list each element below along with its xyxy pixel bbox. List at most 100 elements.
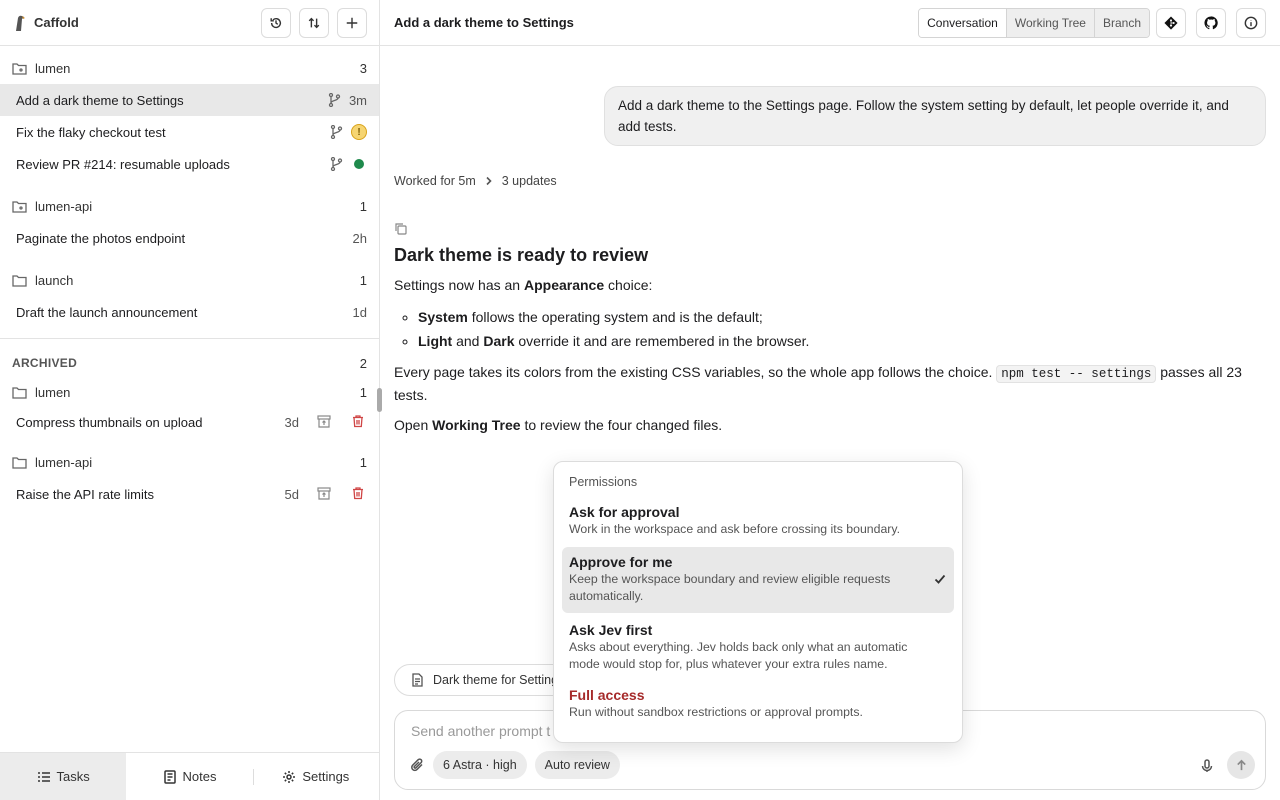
task-title: Paginate the photos endpoint bbox=[16, 230, 186, 246]
attachment-label: Dark theme for Settings bbox=[433, 673, 565, 687]
folder-branch-icon bbox=[12, 200, 27, 213]
option-name: Ask for approval bbox=[569, 504, 680, 520]
branch-icon bbox=[330, 157, 343, 171]
send-button[interactable] bbox=[1227, 751, 1255, 779]
option-name: Full access bbox=[569, 686, 645, 703]
microphone-icon bbox=[1201, 759, 1213, 772]
review-mode-selector[interactable]: Auto review bbox=[534, 751, 620, 779]
archived-group-lumen[interactable]: lumen 1 bbox=[0, 379, 379, 405]
info-button[interactable] bbox=[1236, 8, 1266, 38]
option-desc: Keep the workspace boundary and review e… bbox=[569, 571, 891, 604]
sort-button[interactable] bbox=[299, 8, 329, 38]
prompt-input[interactable]: Send another prompt t bbox=[411, 723, 550, 739]
list-icon bbox=[37, 771, 50, 782]
archived-group-lumen-api[interactable]: lumen-api 1 bbox=[0, 447, 379, 477]
archive-icon bbox=[317, 415, 331, 428]
unarchive-button[interactable] bbox=[317, 486, 333, 502]
group-name: lumen bbox=[35, 384, 71, 400]
answer-paragraph: Every page takes its colors from the exi… bbox=[394, 364, 1242, 403]
group-count: 1 bbox=[359, 198, 367, 214]
tab-branch[interactable]: Branch bbox=[1093, 9, 1149, 37]
updates-label: 3 updates bbox=[501, 174, 557, 188]
option-desc: Asks about everything. Jev holds back on… bbox=[569, 639, 908, 672]
new-task-button[interactable] bbox=[337, 8, 367, 38]
task-row-active[interactable]: Add a dark theme to Settings 3m bbox=[0, 84, 379, 116]
group-name: launch bbox=[35, 272, 74, 288]
branch-icon bbox=[330, 125, 343, 139]
git-button[interactable] bbox=[1156, 8, 1186, 38]
task-row[interactable]: Paginate the photos endpoint 2h bbox=[0, 222, 379, 254]
task-row[interactable]: Review PR #214: resumable uploads bbox=[0, 148, 379, 180]
git-icon bbox=[1164, 16, 1178, 30]
group-count: 1 bbox=[359, 454, 367, 470]
info-icon bbox=[1244, 16, 1258, 30]
permission-option-ask-jev-first[interactable]: Ask Jev first Asks about everything. Jev… bbox=[562, 617, 954, 678]
history-button[interactable] bbox=[261, 8, 291, 38]
tab-label: Tasks bbox=[56, 769, 90, 784]
microphone-button[interactable] bbox=[1199, 758, 1215, 774]
archived-header[interactable]: ARCHIVED 2 bbox=[0, 347, 379, 379]
group-name: lumen-api bbox=[35, 454, 93, 470]
page-title: Add a dark theme to Settings bbox=[394, 15, 574, 30]
divider bbox=[0, 338, 379, 339]
group-count: 3 bbox=[359, 60, 367, 76]
task-age: 5d bbox=[284, 486, 299, 502]
tab-tasks[interactable]: Tasks bbox=[0, 753, 127, 800]
archived-label: ARCHIVED bbox=[12, 356, 78, 370]
tab-working-tree[interactable]: Working Tree bbox=[1005, 9, 1094, 37]
task-row[interactable]: Draft the launch announcement 1d bbox=[0, 296, 379, 328]
group-name: lumen bbox=[35, 60, 71, 76]
paperclip-icon bbox=[411, 758, 423, 772]
list-item: Light and Dark override it and are remem… bbox=[418, 329, 1244, 353]
tab-notes[interactable]: Notes bbox=[126, 753, 252, 800]
work-summary[interactable]: Worked for 5m 3 updates bbox=[394, 174, 557, 188]
task-title: Raise the API rate limits bbox=[16, 486, 154, 502]
github-button[interactable] bbox=[1196, 8, 1226, 38]
archived-task-row[interactable]: Compress thumbnails on upload 3d bbox=[0, 405, 379, 439]
task-age: 1d bbox=[352, 304, 367, 320]
permissions-menu: Permissions Ask for approval Work in the… bbox=[553, 461, 963, 743]
archived-count: 2 bbox=[359, 355, 367, 371]
delete-button[interactable] bbox=[351, 486, 367, 502]
tab-settings[interactable]: Settings bbox=[252, 753, 379, 800]
group-lumen[interactable]: lumen 3 bbox=[0, 52, 379, 84]
unarchive-button[interactable] bbox=[317, 414, 333, 430]
sidebar-bottom-nav: Tasks Notes Settings bbox=[0, 752, 379, 800]
chevron-right-icon bbox=[486, 176, 492, 186]
check-icon bbox=[934, 574, 946, 584]
github-icon bbox=[1204, 16, 1218, 30]
permission-option-full-access[interactable]: Full access Run without sandbox restrict… bbox=[562, 682, 954, 726]
folder-branch-icon bbox=[12, 62, 27, 75]
group-lumen-api[interactable]: lumen-api 1 bbox=[0, 190, 379, 222]
sidebar: Caffold lumen 3 Add a dark theme to Sett… bbox=[0, 0, 380, 800]
task-row[interactable]: Fix the flaky checkout test ! bbox=[0, 116, 379, 148]
history-icon bbox=[270, 17, 282, 29]
task-age: 3d bbox=[284, 414, 299, 430]
task-title: Compress thumbnails on upload bbox=[16, 414, 203, 430]
document-icon bbox=[412, 673, 423, 687]
worked-label: Worked for 5m bbox=[394, 174, 476, 188]
model-selector[interactable]: 6 Astra · high bbox=[433, 751, 527, 779]
archived-task-row[interactable]: Raise the API rate limits 5d bbox=[0, 477, 379, 511]
trash-icon bbox=[353, 415, 363, 428]
permission-option-approve-for-me[interactable]: Approve for me Keep the workspace bounda… bbox=[562, 546, 954, 613]
warning-icon: ! bbox=[351, 124, 367, 140]
sort-icon bbox=[308, 17, 320, 29]
permission-option-ask-for-approval[interactable]: Ask for approval Work in the workspace a… bbox=[562, 499, 954, 543]
plus-icon bbox=[346, 17, 358, 29]
task-title: Add a dark theme to Settings bbox=[16, 92, 184, 108]
attach-button[interactable] bbox=[409, 757, 425, 773]
delete-button[interactable] bbox=[351, 414, 367, 430]
tab-conversation[interactable]: Conversation bbox=[919, 9, 1006, 37]
answer-paragraph: Open Working Tree to review the four cha… bbox=[394, 417, 723, 433]
option-desc: Work in the workspace and ask before cro… bbox=[569, 522, 901, 536]
task-title: Fix the flaky checkout test bbox=[16, 124, 166, 140]
archive-icon bbox=[317, 487, 331, 500]
sidebar-header: Caffold bbox=[0, 0, 379, 46]
branch-icon bbox=[328, 93, 341, 107]
gear-icon bbox=[283, 770, 296, 783]
task-title: Draft the launch announcement bbox=[16, 304, 198, 320]
copy-icon[interactable] bbox=[394, 222, 408, 236]
group-launch[interactable]: launch 1 bbox=[0, 264, 379, 296]
main-header: Add a dark theme to Settings Conversatio… bbox=[380, 0, 1280, 46]
